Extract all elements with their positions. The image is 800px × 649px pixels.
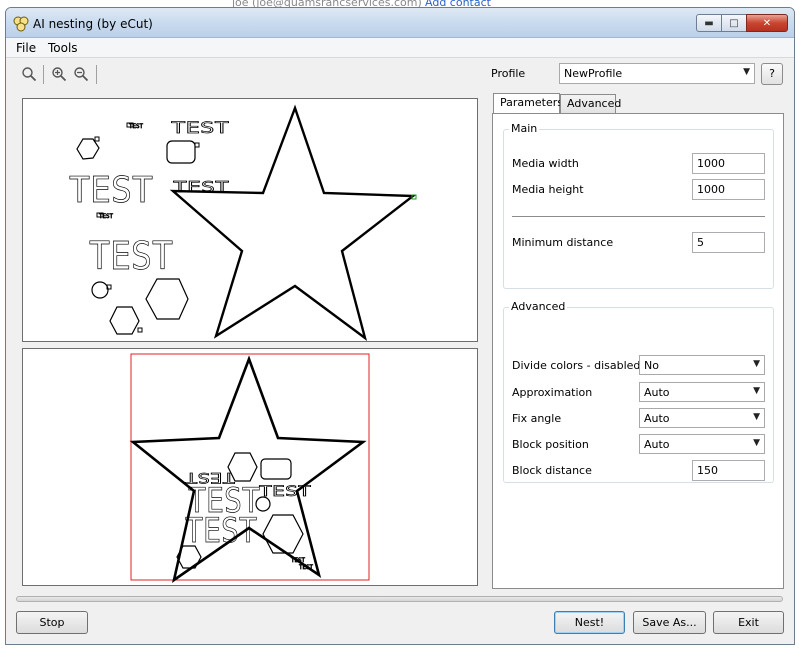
minimize-button[interactable]: ▬ bbox=[696, 14, 722, 32]
app-logo-icon bbox=[13, 16, 29, 32]
nest-button[interactable]: Nest! bbox=[554, 611, 625, 634]
close-icon: ✕ bbox=[762, 17, 772, 29]
window-controls: ▬ □ ✕ bbox=[696, 14, 788, 32]
hexagon-handle bbox=[94, 136, 100, 142]
chevron-down-icon: ▼ bbox=[753, 438, 760, 448]
source-drawing: TEST TEST TEST TEST TEST TEST bbox=[69, 104, 417, 342]
main-group-divider bbox=[512, 216, 765, 217]
approximation-select[interactable]: Auto ▼ bbox=[639, 382, 765, 402]
media-width-label: Media width bbox=[512, 157, 579, 170]
approximation-value: Auto bbox=[644, 386, 670, 399]
menu-bar: File Tools bbox=[6, 38, 794, 58]
hexagon-shape bbox=[76, 138, 100, 160]
nested-test-text-tiny: TEST bbox=[291, 557, 305, 564]
chevron-down-icon: ▼ bbox=[753, 412, 760, 422]
approximation-label: Approximation bbox=[512, 386, 593, 399]
toolbar-separator bbox=[43, 65, 44, 84]
chevron-down-icon: ▼ bbox=[753, 359, 760, 369]
rounded-rect-handle bbox=[194, 142, 200, 148]
min-distance-input[interactable]: 5 bbox=[692, 232, 765, 253]
main-group-title: Main bbox=[509, 122, 540, 135]
hexagon-shape bbox=[145, 278, 189, 320]
min-distance-label: Minimum distance bbox=[512, 236, 614, 249]
divide-colors-value: No bbox=[644, 359, 659, 372]
zoom-out-icon[interactable] bbox=[73, 66, 89, 82]
advanced-group: Advanced Divide colors - disabled No ▼ A… bbox=[503, 300, 774, 483]
divide-colors-label: Divide colors - disabled bbox=[512, 359, 641, 372]
test-text-big: TEST bbox=[89, 234, 173, 278]
fix-angle-value: Auto bbox=[644, 412, 670, 425]
save-as-button[interactable]: Save As... bbox=[633, 611, 706, 634]
zoom-fit-icon[interactable] bbox=[21, 66, 37, 82]
stop-button[interactable]: Stop bbox=[16, 611, 88, 634]
title-bar: AI nesting (by eCut) ▬ □ ✕ bbox=[6, 8, 794, 38]
profile-select[interactable]: NewProfile ▼ bbox=[559, 63, 755, 84]
maximize-icon: □ bbox=[729, 17, 739, 29]
nested-hexagon-shape bbox=[262, 514, 304, 554]
nested-test-text-tiny: TEST bbox=[299, 564, 313, 571]
chevron-down-icon: ▼ bbox=[743, 67, 750, 77]
tab-advanced[interactable]: Advanced bbox=[560, 94, 621, 113]
circle-shape bbox=[91, 281, 109, 299]
block-distance-label: Block distance bbox=[512, 464, 592, 477]
window-title: AI nesting (by eCut) bbox=[33, 17, 153, 31]
tab-parameters[interactable]: Parameters bbox=[493, 93, 563, 114]
chevron-down-icon: ▼ bbox=[753, 386, 760, 396]
fix-angle-select[interactable]: Auto ▼ bbox=[639, 408, 765, 428]
parameters-panel: Main Media width 1000 Media height 1000 … bbox=[492, 113, 784, 589]
media-width-input[interactable]: 1000 bbox=[692, 153, 765, 174]
test-text-small: TEST bbox=[171, 118, 230, 137]
rounded-rect-shape bbox=[166, 140, 196, 164]
toolbar-separator bbox=[96, 65, 97, 84]
progress-bar bbox=[16, 596, 783, 602]
block-position-value: Auto bbox=[644, 438, 670, 451]
result-canvas[interactable]: TEST TEST TEST TEST TEST TEST bbox=[22, 348, 478, 586]
advanced-group-title: Advanced bbox=[509, 300, 568, 313]
media-height-input[interactable]: 1000 bbox=[692, 179, 765, 200]
nested-test-text: TEST bbox=[185, 511, 257, 551]
media-height-label: Media height bbox=[512, 183, 584, 196]
zoom-in-icon[interactable] bbox=[51, 66, 67, 82]
test-text-big: TEST bbox=[69, 170, 153, 211]
menu-file[interactable]: File bbox=[16, 41, 36, 55]
hexagon-handle bbox=[137, 327, 143, 333]
hexagon-shape bbox=[109, 306, 140, 335]
result-drawing: TEST TEST TEST TEST TEST TEST bbox=[129, 353, 370, 583]
main-group: Main Media width 1000 Media height 1000 … bbox=[503, 122, 774, 289]
source-canvas[interactable]: TEST TEST TEST TEST TEST TEST bbox=[22, 98, 478, 342]
help-button[interactable]: ? bbox=[761, 63, 783, 85]
test-text-tiny: TEST bbox=[129, 123, 143, 130]
block-position-select[interactable]: Auto ▼ bbox=[639, 434, 765, 454]
maximize-button[interactable]: □ bbox=[721, 14, 747, 32]
test-text-small: TEST bbox=[173, 178, 229, 196]
star-shape bbox=[169, 104, 417, 342]
nested-test-text-small: TEST bbox=[259, 484, 312, 500]
app-window: AI nesting (by eCut) ▬ □ ✕ File Tools TE… bbox=[5, 7, 795, 645]
fix-angle-label: Fix angle bbox=[512, 412, 562, 425]
profile-label: Profile bbox=[491, 67, 526, 80]
profile-selected-value: NewProfile bbox=[564, 67, 623, 80]
block-distance-input[interactable]: 150 bbox=[692, 460, 765, 481]
close-button[interactable]: ✕ bbox=[746, 14, 788, 32]
divide-colors-select[interactable]: No ▼ bbox=[639, 355, 765, 375]
menu-tools[interactable]: Tools bbox=[48, 41, 78, 55]
nested-rounded-rect-shape bbox=[260, 458, 292, 480]
nested-test-text-flipped: TEST bbox=[184, 469, 235, 485]
minimize-icon: ▬ bbox=[704, 17, 714, 29]
block-position-label: Block position bbox=[512, 438, 589, 451]
test-text-tiny: TEST bbox=[99, 213, 113, 220]
exit-button[interactable]: Exit bbox=[713, 611, 784, 634]
